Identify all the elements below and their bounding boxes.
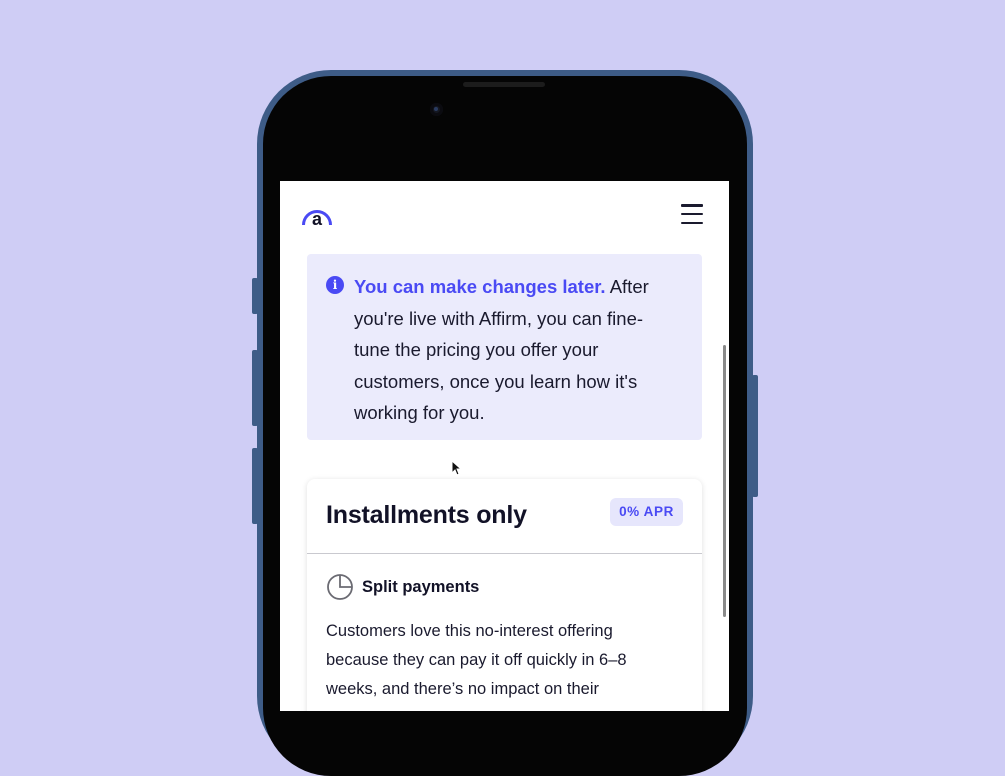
camera-icon xyxy=(430,103,443,116)
phone-action-button xyxy=(252,278,258,314)
plan-card-description: Customers love this no-interest offering… xyxy=(326,622,627,698)
scrollbar[interactable] xyxy=(723,345,726,617)
phone-power-button xyxy=(752,375,758,497)
pie-chart-icon xyxy=(327,574,353,600)
phone-screen: a i You can make changes later. After yo… xyxy=(280,181,729,711)
info-callout-body: After you're live with Affirm, you can f… xyxy=(354,276,649,423)
info-callout: i You can make changes later. After you'… xyxy=(307,254,702,440)
info-callout-text: You can make changes later. After you're… xyxy=(354,271,674,429)
affirm-logo-icon[interactable]: a xyxy=(301,201,333,227)
svg-text:a: a xyxy=(312,209,323,227)
card-divider xyxy=(307,553,702,554)
phone-volume-up-button xyxy=(252,350,258,426)
apr-badge: 0% APR xyxy=(610,498,683,526)
plan-card: Installments only 0% APR Split payments … xyxy=(307,479,702,711)
phone-volume-down-button xyxy=(252,448,258,524)
mouse-cursor-icon xyxy=(451,460,461,476)
info-callout-title: You can make changes later. xyxy=(354,276,606,297)
hamburger-menu-icon[interactable] xyxy=(681,203,703,225)
phone-speaker xyxy=(463,82,545,87)
split-payments-label: Split payments xyxy=(362,578,480,596)
info-icon: i xyxy=(326,276,344,294)
plan-card-title: Installments only xyxy=(326,501,527,529)
